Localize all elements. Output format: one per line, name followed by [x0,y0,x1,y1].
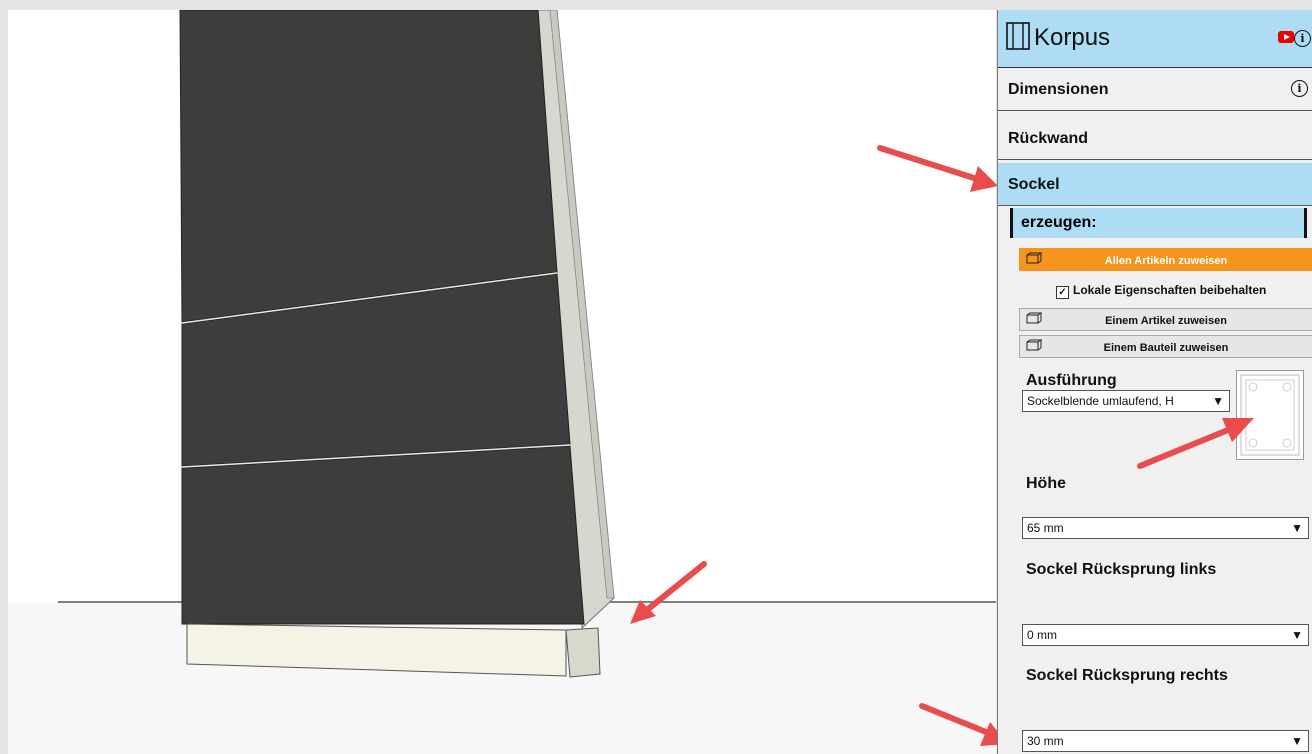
info-icon[interactable]: i [1294,30,1311,47]
arrow-plinth [630,561,707,624]
select-value: 0 mm [1027,628,1057,642]
select-value: 65 mm [1027,521,1064,535]
rueckspung-links-label: Sockel Rücksprung links [1026,561,1217,578]
checkbox-icon[interactable]: ✓ [1056,286,1069,299]
ausfuehrung-label: Ausführung [1026,372,1117,389]
button-label: Allen Artikeln zuweisen [1104,255,1228,267]
panel-header: Korpus i [998,10,1312,68]
erzeugen-header: erzeugen: [1010,208,1307,238]
hoehe-select[interactable]: 65 mm ▼ [1022,517,1309,539]
rueckspung-rechts-label: Sockel Rücksprung rechts [1026,667,1228,684]
select-value: 30 mm [1027,734,1064,748]
section-dimensionen[interactable]: Dimensionen i [998,68,1312,111]
section-label: Sockel [1008,176,1060,193]
checkbox-label: Lokale Eigenschaften beibehalten [1073,283,1267,297]
rueckspung-links-select[interactable]: 0 mm ▼ [1022,624,1309,646]
button-label: Einem Bauteil zuweisen [1103,342,1229,354]
assign-part-button[interactable]: Einem Bauteil zuweisen [1019,335,1312,358]
assign-article-button[interactable]: Einem Artikel zuweisen [1019,308,1312,331]
cabinet-3d-model[interactable] [8,10,996,754]
rueckspung-rechts-select[interactable]: 30 mm ▼ [1022,730,1309,752]
3d-viewport[interactable] [8,10,996,754]
assign-all-button[interactable]: Allen Artikeln zuweisen [1019,248,1312,271]
section-label: Rückwand [1008,130,1089,147]
button-label: Einem Artikel zuweisen [1105,315,1227,327]
youtube-icon[interactable] [1278,31,1294,43]
property-panel: Korpus i Dimensionen i Rückwand Sockel e… [997,10,1312,754]
section-label: Dimensionen [1008,81,1109,98]
select-value: Sockelblende umlaufend, H [1027,394,1174,408]
ausfuehrung-select[interactable]: Sockelblende umlaufend, H ▼ [1022,390,1230,412]
panel-title: Korpus [1034,24,1111,51]
cabinet-icon [1006,22,1030,50]
arrow-sockel [877,145,998,192]
info-icon[interactable]: i [1291,80,1308,97]
chevron-down-icon: ▼ [1212,394,1224,408]
chevron-down-icon: ▼ [1291,734,1303,748]
erzeugen-label: erzeugen: [1021,214,1097,231]
section-rueckwand[interactable]: Rückwand [998,117,1312,160]
section-sockel[interactable]: Sockel [998,163,1312,206]
arrow-preview [1137,418,1254,469]
chevron-down-icon: ▼ [1291,521,1303,535]
keep-local-checkbox[interactable]: ✓ Lokale Eigenschaften beibehalten [1056,283,1266,299]
hoehe-label: Höhe [1026,475,1066,492]
chevron-down-icon: ▼ [1291,628,1303,642]
